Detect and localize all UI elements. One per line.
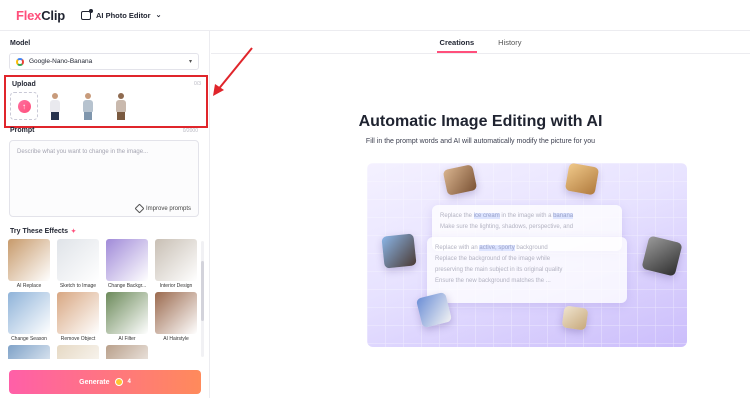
effect-label: AI Filter <box>118 336 136 342</box>
generate-label: Generate <box>79 378 110 386</box>
prompt-example-line: Ensure the new background matches the ..… <box>435 278 551 284</box>
effect-tile[interactable]: Remove Object <box>57 292 99 343</box>
flexclip-logo[interactable]: Flex Clip <box>16 8 65 23</box>
prompt-placeholder: Describe what you want to change in the … <box>17 149 149 155</box>
prompt-char-counter: 0/2000 <box>182 128 198 134</box>
effect-preview-image <box>57 292 99 334</box>
credit-coin-icon <box>114 378 123 386</box>
effects-label: Try These Effects <box>10 228 68 235</box>
effect-preview-image <box>155 239 197 281</box>
effects-heading: Try These Effects ✦ <box>10 228 76 235</box>
effect-label: AI Hairstyle <box>163 336 189 342</box>
effect-tile[interactable] <box>155 345 197 359</box>
generate-cost: 4 <box>127 379 131 385</box>
sample-photo-thumbnail[interactable] <box>81 93 95 121</box>
prompt-textarea[interactable]: Describe what you want to change in the … <box>9 140 199 217</box>
effect-tile[interactable] <box>8 345 50 359</box>
tab-bar: Creations History <box>211 31 750 54</box>
effect-preview-image <box>106 345 148 359</box>
upload-label: Upload <box>12 81 36 88</box>
effect-tile[interactable] <box>106 345 148 359</box>
prompt-example-line: Make sure the lighting, shadows, perspec… <box>440 224 574 230</box>
effect-preview-image <box>8 239 50 281</box>
effects-grid: AI Replace Sketch to Image Change Backgr..… <box>8 239 200 359</box>
generate-button[interactable]: Generate 4 <box>9 370 201 394</box>
effect-tile[interactable]: AI Hairstyle <box>155 292 197 343</box>
model-select-value: Google-Nano-Banana <box>29 58 93 65</box>
upload-button[interactable]: ↑ <box>10 92 38 120</box>
model-select[interactable]: Google-Nano-Banana ▾ <box>9 53 199 70</box>
sample-image-card <box>381 233 417 269</box>
improve-prompts-button[interactable]: Improve prompts <box>134 203 191 214</box>
effect-preview-image <box>155 292 197 334</box>
magic-wand-icon <box>134 203 145 214</box>
prompt-example-line: Replace the ice cream in the image with … <box>440 213 574 219</box>
effect-preview-image <box>8 292 50 334</box>
chevron-down-icon: ▾ <box>188 59 192 65</box>
tab-history[interactable]: History <box>498 31 521 53</box>
effect-tile[interactable]: AI Filter <box>106 292 148 343</box>
upload-count: 0/3 <box>194 81 201 87</box>
effect-label: Change Backgr... <box>107 283 147 289</box>
effect-preview-image <box>106 292 148 334</box>
effect-label: Change Season <box>11 336 47 342</box>
prompt-example-card: Replace with an active, sporty backgroun… <box>427 237 627 303</box>
effect-preview-image <box>155 345 197 359</box>
effect-tile[interactable]: Change Backgr... <box>106 239 148 290</box>
prompt-example-line: Replace with an active, sporty backgroun… <box>435 245 548 251</box>
effect-tile[interactable]: Sketch to Image <box>57 239 99 290</box>
logo-clip-text: Clip <box>41 7 65 23</box>
sample-image-card <box>561 305 589 331</box>
google-icon <box>16 57 24 66</box>
main-panel: Creations History Automatic Image Editin… <box>211 31 750 398</box>
prompt-example-line: Replace the background of the image whil… <box>435 256 551 262</box>
effect-preview-image <box>57 345 99 359</box>
model-label: Model <box>10 40 31 47</box>
effect-preview-image <box>106 239 148 281</box>
effect-label: Sketch to Image <box>59 283 97 289</box>
tab-creations[interactable]: Creations <box>436 31 477 53</box>
ai-photo-editor-label: AI Photo Editor <box>95 10 151 20</box>
effects-scrollbar[interactable] <box>201 241 204 357</box>
page-subtitle: Fill in the prompt words and AI will aut… <box>365 138 596 145</box>
chevron-down-icon: ⌄ <box>155 12 162 19</box>
improve-prompts-label: Improve prompts <box>145 205 191 212</box>
effect-label: Interior Design <box>159 283 193 289</box>
effect-tile[interactable]: Interior Design <box>155 239 197 290</box>
effect-preview-image <box>57 239 99 281</box>
top-bar: Flex Clip AI Photo Editor ⌄ <box>0 0 750 31</box>
effect-label: AI Replace <box>16 283 42 289</box>
upload-arrow-icon: ↑ <box>17 99 31 113</box>
logo-flex-text: Flex <box>16 7 42 23</box>
upload-section: Upload 0/3 ↑ <box>4 75 208 128</box>
effect-label: Remove Object <box>60 336 96 342</box>
effect-tile[interactable]: Change Season <box>8 292 50 343</box>
demo-illustration: Replace the ice cream in the image with … <box>367 163 687 347</box>
annotation-arrow <box>213 47 253 96</box>
sample-photo-thumbnail[interactable] <box>48 93 62 121</box>
effect-tile[interactable]: AI Replace <box>8 239 50 290</box>
effect-tile[interactable] <box>57 345 99 359</box>
prompt-label: Prompt <box>10 127 35 134</box>
photo-edit-icon <box>80 8 93 20</box>
sample-image-card <box>564 163 600 196</box>
ai-photo-editor-menu[interactable]: AI Photo Editor ⌄ <box>80 8 162 20</box>
effect-preview-image <box>8 345 50 359</box>
prompt-example-line: preserving the main subject in its origi… <box>435 267 563 273</box>
sample-photo-thumbnail[interactable] <box>114 93 128 121</box>
page-title: Automatic Image Editing with AI <box>358 113 603 130</box>
left-panel: Model Google-Nano-Banana ▾ Upload 0/3 ↑ … <box>0 31 210 398</box>
sparkle-icon: ✦ <box>70 229 76 235</box>
